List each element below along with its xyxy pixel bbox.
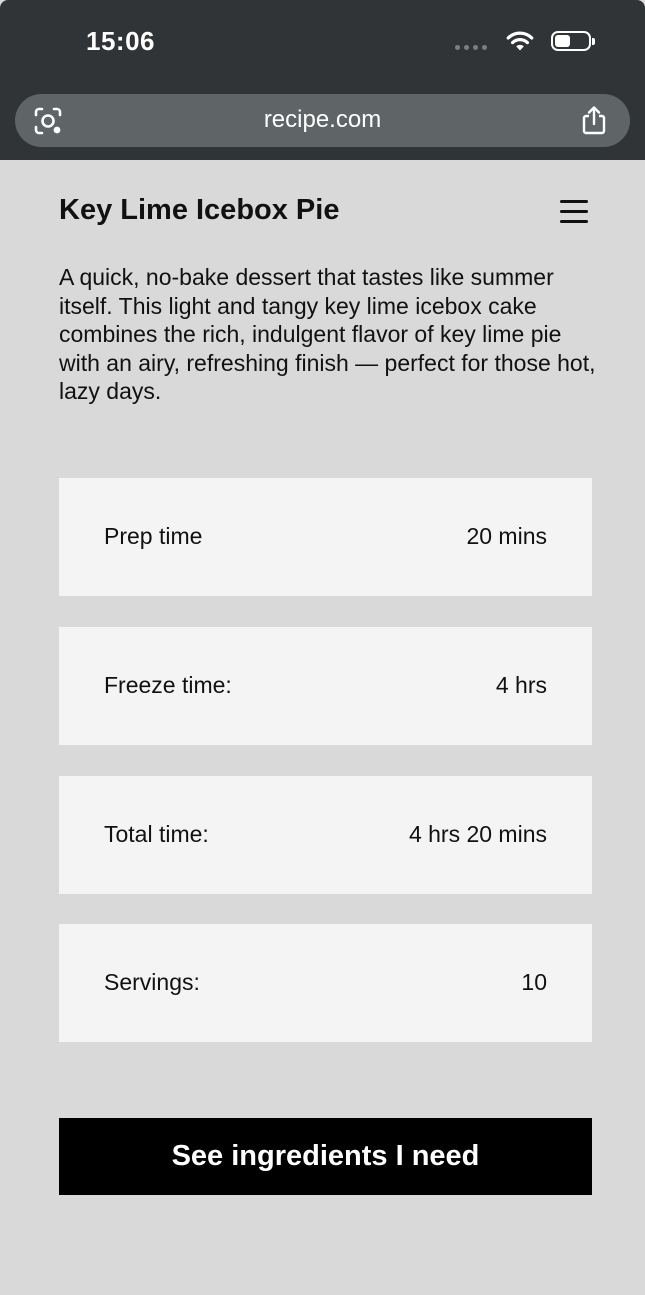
recipe-description: A quick, no-bake dessert that tastes lik…	[59, 264, 596, 404]
recipe-header: Key Lime Icebox Pie	[59, 190, 592, 234]
see-ingredients-button[interactable]: See ingredients I need	[59, 1118, 592, 1195]
url-bar[interactable]: recipe.com	[15, 94, 630, 147]
browser-top-bar: 15:06 recipe.com	[0, 0, 645, 160]
info-label: Prep time	[104, 523, 203, 549]
page-title: Key Lime Icebox Pie	[59, 194, 340, 226]
info-label: Freeze time:	[104, 672, 232, 698]
phone-screen: 15:06 recipe.com Key Lime Icebox Pie A q…	[0, 0, 645, 1295]
battery-icon	[551, 31, 595, 51]
hamburger-menu-icon[interactable]	[560, 200, 588, 224]
info-value: 4 hrs 20 mins	[408, 821, 547, 847]
info-label: Total time:	[104, 821, 209, 847]
info-value: 10	[521, 969, 547, 995]
share-icon[interactable]	[580, 105, 608, 135]
info-card-prep-time: Prep time 20 mins	[59, 478, 592, 596]
info-card-servings: Servings: 10	[59, 924, 592, 1042]
info-value: 20 mins	[466, 523, 547, 549]
info-card-total-time: Total time: 4 hrs 20 mins	[59, 776, 592, 894]
info-value: 4 hrs	[495, 672, 547, 698]
wifi-icon	[506, 31, 534, 51]
signal-dots-icon	[455, 44, 487, 50]
info-label: Servings:	[104, 969, 200, 995]
url-text[interactable]: recipe.com	[15, 106, 630, 134]
status-icons	[455, 30, 595, 52]
info-card-freeze-time: Freeze time: 4 hrs	[59, 627, 592, 745]
status-time: 15:06	[86, 26, 155, 56]
